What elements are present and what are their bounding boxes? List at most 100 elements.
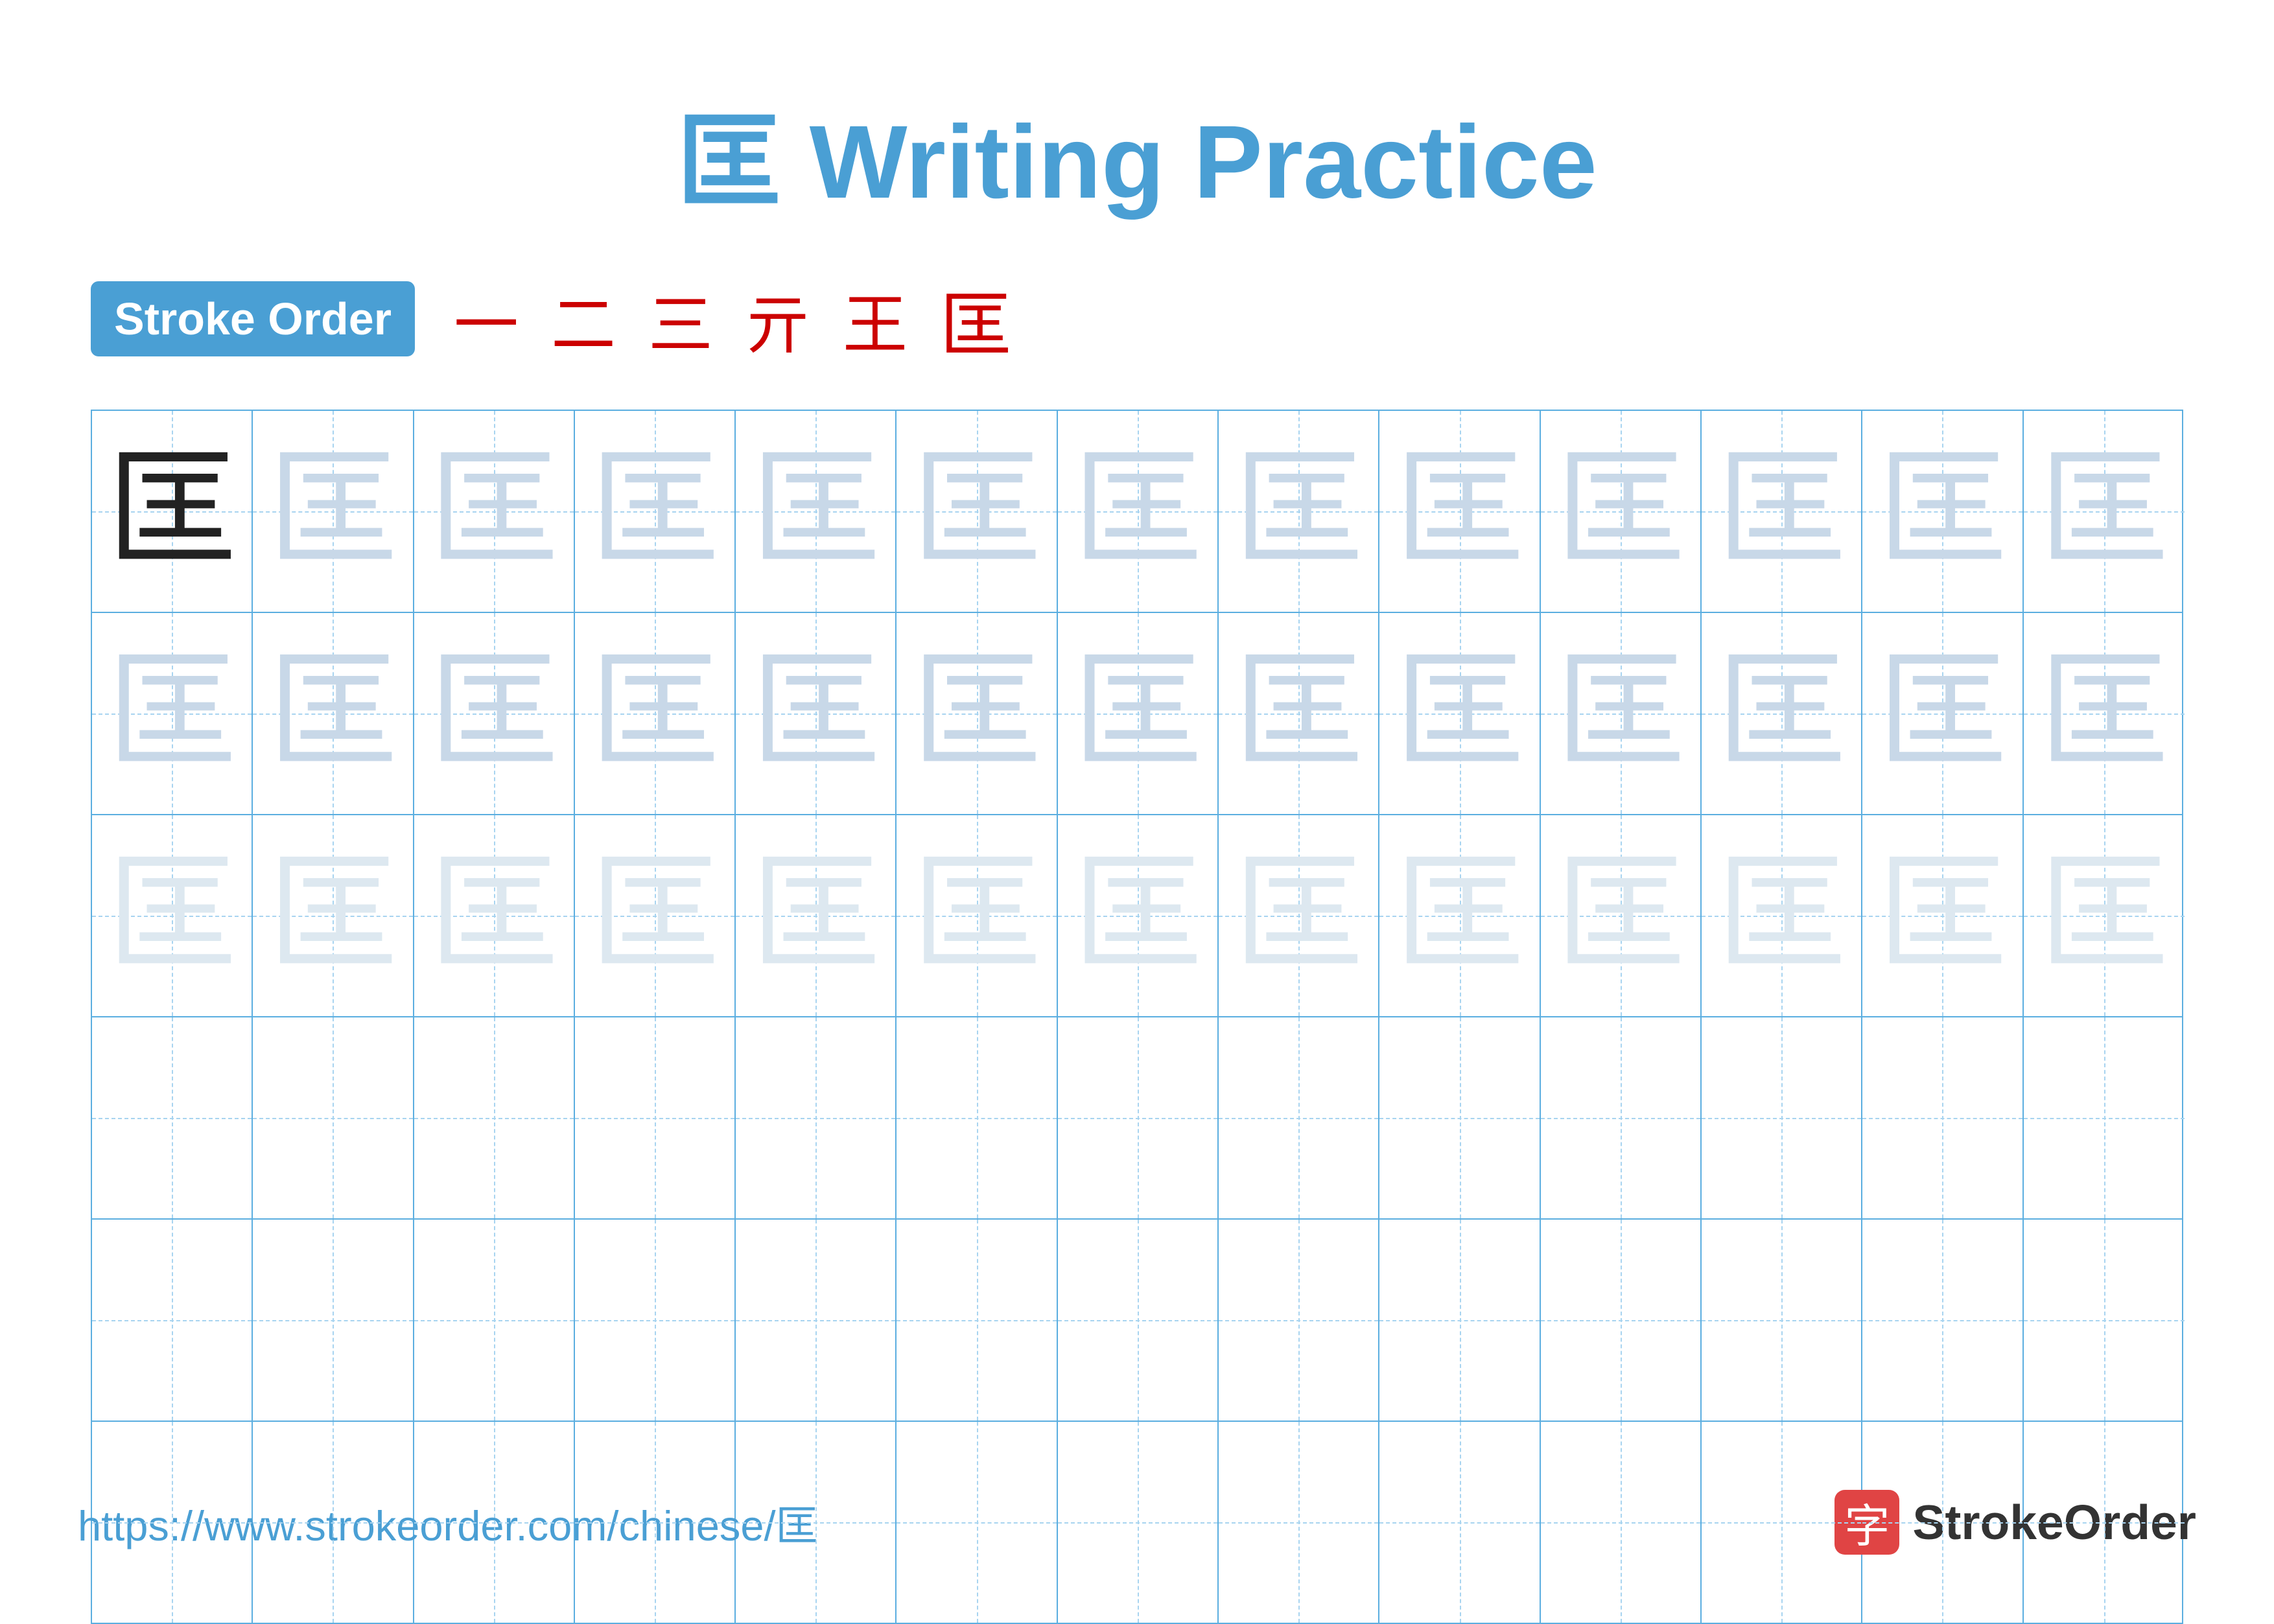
grid-row-1: 匡 匡 匡 匡 匡 匡 匡 匡 匡 匡 匡 匡 匡: [92, 411, 2182, 613]
grid-cell-4-6[interactable]: [897, 1017, 1057, 1218]
title-char: 匡: [677, 104, 780, 220]
grid-cell-6-8[interactable]: [1219, 1422, 1379, 1623]
grid-cell-2-12[interactable]: 匡: [1862, 613, 2023, 814]
grid-row-5: [92, 1220, 2182, 1422]
grid-cell-2-7[interactable]: 匡: [1058, 613, 1219, 814]
stroke-2: 二: [551, 272, 616, 366]
grid-cell-1-13[interactable]: 匡: [2024, 411, 2185, 612]
grid-cell-5-7[interactable]: [1058, 1220, 1219, 1421]
grid-cell-1-10[interactable]: 匡: [1541, 411, 1702, 612]
stroke-3: 三: [648, 272, 713, 366]
grid-cell-2-5[interactable]: 匡: [736, 613, 897, 814]
grid-row-6: [92, 1422, 2182, 1623]
grid-cell-3-3[interactable]: 匡: [414, 815, 575, 1016]
grid-cell-5-3[interactable]: [414, 1220, 575, 1421]
char-display: 匡: [107, 447, 237, 576]
grid-cell-2-11[interactable]: 匡: [1702, 613, 1862, 814]
grid-cell-4-3[interactable]: [414, 1017, 575, 1218]
grid-cell-6-7[interactable]: [1058, 1422, 1219, 1623]
grid-cell-1-2[interactable]: 匡: [253, 411, 414, 612]
stroke-5: 王: [843, 272, 908, 366]
grid-row-4: [92, 1017, 2182, 1220]
grid-cell-3-12[interactable]: 匡: [1862, 815, 2023, 1016]
stroke-sequence: 一 二 三 亓 王 匡: [454, 267, 1011, 371]
grid-cell-6-1[interactable]: [92, 1422, 253, 1623]
practice-grid: 匡 匡 匡 匡 匡 匡 匡 匡 匡 匡 匡 匡 匡 匡 匡 匡 匡 匡 匡 匡 …: [91, 410, 2183, 1624]
grid-cell-6-11[interactable]: [1702, 1422, 1862, 1623]
grid-cell-5-13[interactable]: [2024, 1220, 2185, 1421]
grid-cell-6-3[interactable]: [414, 1422, 575, 1623]
stroke-order-badge: Stroke Order: [91, 281, 415, 356]
grid-cell-3-6[interactable]: 匡: [897, 815, 1057, 1016]
grid-cell-1-8[interactable]: 匡: [1219, 411, 1379, 612]
grid-cell-6-2[interactable]: [253, 1422, 414, 1623]
grid-cell-4-4[interactable]: [575, 1017, 736, 1218]
page-title: 匡 Writing Practice: [677, 104, 1597, 220]
grid-cell-3-1[interactable]: 匡: [92, 815, 253, 1016]
grid-cell-1-6[interactable]: 匡: [897, 411, 1057, 612]
grid-cell-3-8[interactable]: 匡: [1219, 815, 1379, 1016]
grid-cell-4-2[interactable]: [253, 1017, 414, 1218]
stroke-4: 亓: [745, 272, 810, 366]
grid-cell-1-7[interactable]: 匡: [1058, 411, 1219, 612]
grid-cell-1-11[interactable]: 匡: [1702, 411, 1862, 612]
grid-cell-3-7[interactable]: 匡: [1058, 815, 1219, 1016]
grid-cell-3-9[interactable]: 匡: [1379, 815, 1540, 1016]
grid-cell-6-4[interactable]: [575, 1422, 736, 1623]
grid-cell-5-5[interactable]: [736, 1220, 897, 1421]
grid-cell-3-11[interactable]: 匡: [1702, 815, 1862, 1016]
grid-cell-1-9[interactable]: 匡: [1379, 411, 1540, 612]
grid-cell-5-1[interactable]: [92, 1220, 253, 1421]
grid-cell-2-2[interactable]: 匡: [253, 613, 414, 814]
grid-cell-6-10[interactable]: [1541, 1422, 1702, 1623]
grid-cell-3-10[interactable]: 匡: [1541, 815, 1702, 1016]
grid-cell-4-11[interactable]: [1702, 1017, 1862, 1218]
grid-cell-4-9[interactable]: [1379, 1017, 1540, 1218]
grid-row-3: 匡 匡 匡 匡 匡 匡 匡 匡 匡 匡 匡 匡 匡: [92, 815, 2182, 1017]
grid-cell-5-6[interactable]: [897, 1220, 1057, 1421]
grid-cell-4-1[interactable]: [92, 1017, 253, 1218]
grid-cell-2-3[interactable]: 匡: [414, 613, 575, 814]
title-label: Writing Practice: [810, 104, 1597, 220]
stroke-1: 一: [454, 272, 519, 366]
grid-cell-6-9[interactable]: [1379, 1422, 1540, 1623]
grid-cell-2-4[interactable]: 匡: [575, 613, 736, 814]
grid-cell-1-12[interactable]: 匡: [1862, 411, 2023, 612]
grid-cell-2-13[interactable]: 匡: [2024, 613, 2185, 814]
grid-cell-5-10[interactable]: [1541, 1220, 1702, 1421]
stroke-6: 匡: [940, 267, 1011, 371]
grid-cell-2-6[interactable]: 匡: [897, 613, 1057, 814]
page: 匡 Writing Practice Stroke Order 一 二 三 亓 …: [0, 0, 2274, 1607]
grid-cell-5-2[interactable]: [253, 1220, 414, 1421]
grid-cell-4-10[interactable]: [1541, 1017, 1702, 1218]
grid-cell-6-5[interactable]: [736, 1422, 897, 1623]
grid-cell-6-12[interactable]: [1862, 1422, 2023, 1623]
grid-cell-4-12[interactable]: [1862, 1017, 2023, 1218]
grid-cell-5-4[interactable]: [575, 1220, 736, 1421]
grid-cell-3-13[interactable]: 匡: [2024, 815, 2185, 1016]
grid-cell-2-8[interactable]: 匡: [1219, 613, 1379, 814]
grid-cell-1-3[interactable]: 匡: [414, 411, 575, 612]
grid-cell-4-7[interactable]: [1058, 1017, 1219, 1218]
grid-cell-3-5[interactable]: 匡: [736, 815, 897, 1016]
grid-cell-1-1[interactable]: 匡: [92, 411, 253, 612]
grid-cell-5-9[interactable]: [1379, 1220, 1540, 1421]
grid-cell-1-4[interactable]: 匡: [575, 411, 736, 612]
grid-cell-5-11[interactable]: [1702, 1220, 1862, 1421]
stroke-order-section: Stroke Order 一 二 三 亓 王 匡: [91, 267, 2196, 371]
grid-cell-2-1[interactable]: 匡: [92, 613, 253, 814]
grid-cell-4-13[interactable]: [2024, 1017, 2185, 1218]
grid-cell-3-2[interactable]: 匡: [253, 815, 414, 1016]
grid-cell-2-10[interactable]: 匡: [1541, 613, 1702, 814]
grid-cell-6-13[interactable]: [2024, 1422, 2185, 1623]
title-section: 匡 Writing Practice: [78, 78, 2196, 228]
grid-cell-5-12[interactable]: [1862, 1220, 2023, 1421]
grid-cell-2-9[interactable]: 匡: [1379, 613, 1540, 814]
grid-cell-4-8[interactable]: [1219, 1017, 1379, 1218]
grid-cell-3-4[interactable]: 匡: [575, 815, 736, 1016]
grid-cell-5-8[interactable]: [1219, 1220, 1379, 1421]
grid-cell-1-5[interactable]: 匡: [736, 411, 897, 612]
grid-row-2: 匡 匡 匡 匡 匡 匡 匡 匡 匡 匡 匡 匡 匡: [92, 613, 2182, 815]
grid-cell-6-6[interactable]: [897, 1422, 1057, 1623]
grid-cell-4-5[interactable]: [736, 1017, 897, 1218]
